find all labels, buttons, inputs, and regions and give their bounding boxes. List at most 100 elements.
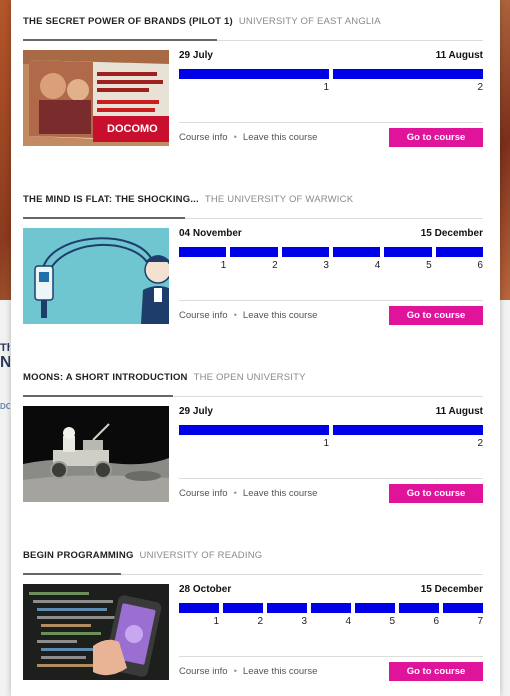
course-thumbnail[interactable]: DOCOMO xyxy=(23,50,169,146)
course-schedule: 04 November 15 December 1 2 3 4 5 6 xyxy=(179,228,483,271)
week-segment xyxy=(384,247,432,257)
go-to-course-button[interactable]: Go to course xyxy=(389,128,483,147)
course-thumbnail[interactable] xyxy=(23,228,169,324)
title-underline xyxy=(23,395,173,397)
end-date: 15 December xyxy=(420,584,483,595)
end-date: 11 August xyxy=(435,50,483,61)
week-segment xyxy=(355,603,395,613)
week-segment xyxy=(399,603,439,613)
course-card: Moons: A Short Introduction The Open Univ… xyxy=(23,360,483,503)
week-number: 1 xyxy=(220,260,227,271)
course-university: The University of Warwick xyxy=(204,194,354,205)
week-number: 2 xyxy=(477,82,483,93)
course-card: Begin Programming University of Reading xyxy=(23,538,483,681)
course-actions: Course info • Leave this course Go to cour… xyxy=(179,656,483,685)
end-date: 15 December xyxy=(420,228,483,239)
week-segment xyxy=(267,603,307,613)
week-number: 6 xyxy=(477,260,483,271)
background-text: N xyxy=(0,354,10,371)
week-segment xyxy=(333,69,483,79)
week-segment xyxy=(333,247,381,257)
week-number: 2 xyxy=(477,438,483,449)
course-thumbnail[interactable] xyxy=(23,584,169,680)
course-thumbnail[interactable] xyxy=(23,406,169,502)
week-segment xyxy=(281,247,329,257)
week-segment xyxy=(311,603,351,613)
week-number: 3 xyxy=(323,260,329,271)
leave-course-link[interactable]: Leave this course xyxy=(243,310,317,321)
week-number: 2 xyxy=(257,616,263,627)
course-header: Begin Programming University of Reading xyxy=(23,538,483,575)
separator-dot: • xyxy=(233,132,237,143)
start-date: 29 July xyxy=(179,406,213,417)
go-to-course-button[interactable]: Go to course xyxy=(389,484,483,503)
background-text: DC xyxy=(0,402,10,411)
leave-course-link[interactable]: Leave this course xyxy=(243,488,317,499)
course-info-link[interactable]: Course info xyxy=(179,310,228,321)
title-underline xyxy=(23,573,121,575)
week-segment xyxy=(230,247,278,257)
course-schedule: 29 July 11 August 12 xyxy=(179,406,483,449)
course-university: University of Reading xyxy=(139,550,263,561)
course-header: Moons: A Short Introduction The Open Univ… xyxy=(23,360,483,397)
week-segment xyxy=(443,603,483,613)
week-number: 4 xyxy=(374,260,381,271)
week-number: 4 xyxy=(345,616,351,627)
title-underline xyxy=(23,217,185,219)
week-number: 7 xyxy=(477,616,483,627)
separator-dot: • xyxy=(233,488,237,499)
separator-dot: • xyxy=(233,666,237,677)
separator-dot: • xyxy=(233,310,237,321)
week-timeline xyxy=(179,247,483,257)
week-numbers: 1 2 3 4 5 6 7 xyxy=(179,616,483,628)
course-card: The secret power of brands (Pilot 1) Univ… xyxy=(23,4,483,147)
course-header: The Mind is Flat: the Shocking... The Uni… xyxy=(23,182,483,219)
course-card: The Mind is Flat: the Shocking... The Uni… xyxy=(23,182,483,325)
course-university: University of East Anglia xyxy=(238,16,381,27)
week-number: 5 xyxy=(426,260,432,271)
week-numbers: 12 xyxy=(179,82,483,94)
course-university: The Open University xyxy=(193,372,306,383)
course-actions: Course info • Leave this course Go to cour… xyxy=(179,122,483,151)
week-number: 1 xyxy=(213,616,219,627)
course-schedule: 29 July 11 August 12 xyxy=(179,50,483,93)
week-segment xyxy=(179,69,329,79)
course-title[interactable]: Moons: A Short Introduction xyxy=(23,372,188,383)
week-segment xyxy=(333,425,483,435)
week-number: 6 xyxy=(433,616,439,627)
start-date: 04 November xyxy=(179,228,242,239)
start-date: 28 October xyxy=(179,584,232,595)
course-actions: Course info • Leave this course Go to cour… xyxy=(179,478,483,507)
week-timeline xyxy=(179,425,483,435)
course-info-link[interactable]: Course info xyxy=(179,132,228,143)
course-info-link[interactable]: Course info xyxy=(179,666,228,677)
course-schedule: 28 October 15 December 1 2 3 4 5 6 7 xyxy=(179,584,483,627)
go-to-course-button[interactable]: Go to course xyxy=(389,306,483,325)
end-date: 11 August xyxy=(435,406,483,417)
course-info-link[interactable]: Course info xyxy=(179,488,228,499)
week-numbers: 12 xyxy=(179,438,483,450)
week-numbers: 1 2 3 4 5 6 xyxy=(179,260,483,272)
week-segment xyxy=(179,425,329,435)
week-number: 1 xyxy=(323,438,329,449)
start-date: 29 July xyxy=(179,50,213,61)
course-title[interactable]: Begin Programming xyxy=(23,550,134,561)
week-segment xyxy=(179,247,227,257)
week-segment xyxy=(435,247,483,257)
week-number: 2 xyxy=(272,260,278,271)
my-courses-panel: The secret power of brands (Pilot 1) Univ… xyxy=(11,0,500,696)
week-timeline xyxy=(179,603,483,613)
course-title[interactable]: The Mind is Flat: the Shocking... xyxy=(23,194,199,205)
course-title[interactable]: The secret power of brands (Pilot 1) xyxy=(23,16,233,27)
course-header: The secret power of brands (Pilot 1) Univ… xyxy=(23,4,483,41)
thumbnail-brand-text: DOCOMO xyxy=(107,123,158,135)
week-segment xyxy=(179,603,219,613)
leave-course-link[interactable]: Leave this course xyxy=(243,132,317,143)
leave-course-link[interactable]: Leave this course xyxy=(243,666,317,677)
week-segment xyxy=(223,603,263,613)
course-actions: Course info • Leave this course Go to cour… xyxy=(179,300,483,329)
title-underline xyxy=(23,39,217,41)
week-timeline xyxy=(179,69,483,79)
week-number: 3 xyxy=(301,616,307,627)
go-to-course-button[interactable]: Go to course xyxy=(389,662,483,681)
